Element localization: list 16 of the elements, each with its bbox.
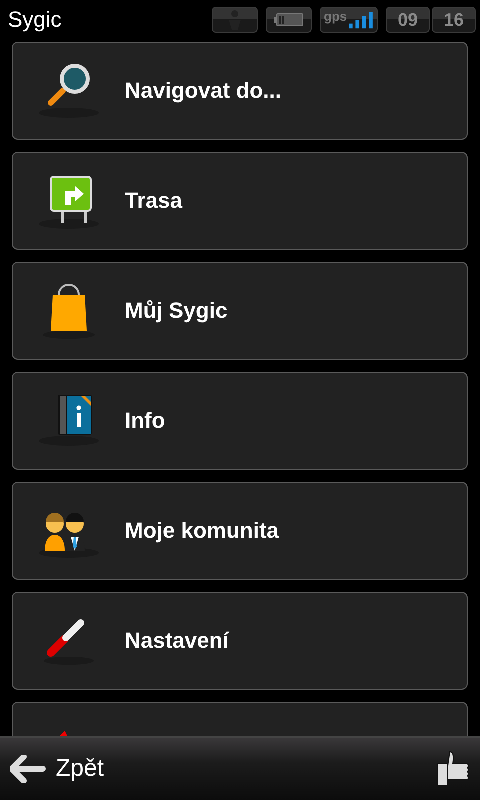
menu-item[interactable]: Nastavení (12, 592, 468, 690)
menu-item[interactable]: Trasa (12, 152, 468, 250)
menu-item[interactable]: Navigovat do... (12, 42, 468, 140)
person-status-icon (212, 7, 258, 33)
menu-item[interactable]: Můj Sygic (12, 262, 468, 360)
search-icon (39, 61, 99, 121)
thumbs-up-button[interactable] (436, 750, 470, 788)
back-arrow-icon (10, 755, 46, 783)
menu-item[interactable]: Info (12, 372, 468, 470)
app-title: Sygic (8, 7, 63, 33)
battery-icon (266, 7, 312, 33)
clock-hours: 09 (386, 7, 430, 33)
back-button[interactable]: Zpět (10, 755, 104, 783)
menu-item[interactable]: Moje komunita (12, 482, 468, 580)
clock-minutes: 16 (432, 7, 476, 33)
gps-signal-indicator: gps (320, 7, 378, 33)
